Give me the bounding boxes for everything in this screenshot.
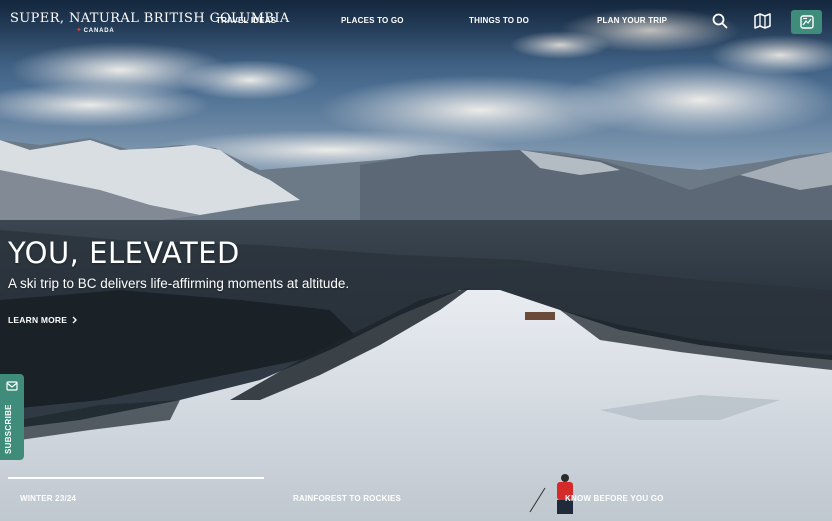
hero-headline: YOU, ELEVATED: [8, 236, 240, 270]
slide-tab-rainforest[interactable]: RAINFOREST TO ROCKIES: [293, 494, 401, 503]
learn-more-label: LEARN MORE: [8, 315, 68, 325]
nav-things-to-do[interactable]: THINGS TO DO: [469, 16, 529, 25]
passport-button[interactable]: [791, 10, 822, 34]
slider-progress-fill: [8, 477, 264, 479]
learn-more-link[interactable]: LEARN MORE: [8, 315, 78, 325]
site-logo[interactable]: SUPER, NATURAL BRITISH COLUMBIA ✦CANADA: [10, 11, 290, 35]
nav-travel-ideas[interactable]: TRAVEL IDEAS: [216, 16, 276, 25]
slider-progress-track: [8, 477, 808, 479]
mail-icon: [6, 381, 18, 391]
subscribe-label: SUBSCRIBE: [4, 404, 13, 454]
logo-subtext: ✦CANADA: [76, 27, 115, 34]
slide-tab-winter[interactable]: WINTER 23/24: [20, 494, 76, 503]
subscribe-tab[interactable]: SUBSCRIBE: [0, 374, 24, 460]
logo-text: SUPER, NATURAL BRITISH COLUMBIA: [10, 11, 290, 26]
search-icon[interactable]: [711, 12, 729, 30]
hero-subhead: A ski trip to BC delivers life-affirming…: [8, 276, 350, 291]
passport-icon: [799, 15, 814, 29]
chevron-right-icon: [72, 316, 78, 324]
nav-places-to-go[interactable]: PLACES TO GO: [341, 16, 404, 25]
site-header: SUPER, NATURAL BRITISH COLUMBIA ✦CANADA …: [0, 0, 832, 44]
maple-leaf-icon: ✦: [76, 27, 83, 34]
map-icon[interactable]: [753, 12, 771, 30]
slide-tab-know-before[interactable]: KNOW BEFORE YOU GO: [565, 494, 664, 503]
nav-plan-your-trip[interactable]: PLAN YOUR TRIP: [597, 16, 667, 25]
